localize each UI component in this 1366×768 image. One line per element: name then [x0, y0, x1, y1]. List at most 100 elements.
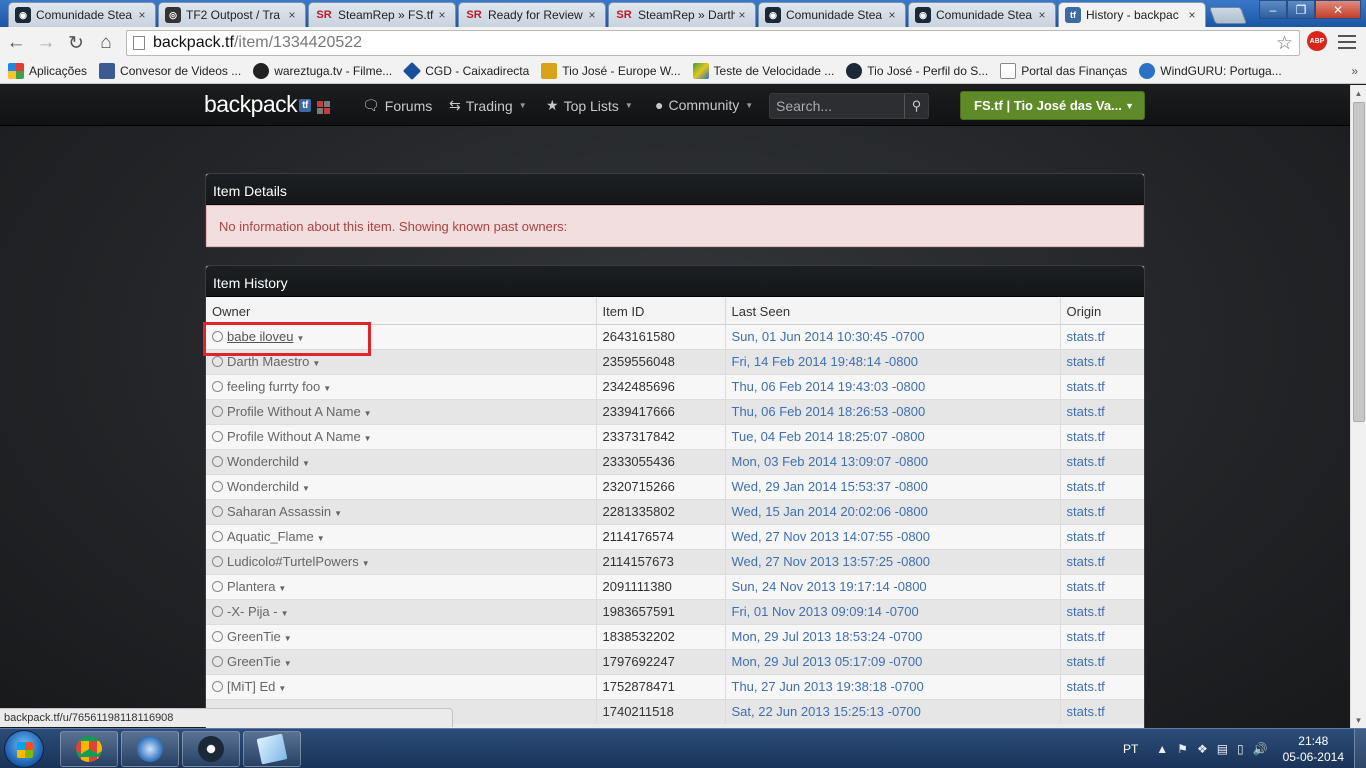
site-logo[interactable]: backpack tf — [204, 91, 330, 118]
owner-link[interactable]: -X- Pija - — [227, 604, 278, 619]
taskbar-chrome[interactable] — [60, 731, 118, 767]
close-tab-icon[interactable]: × — [885, 8, 899, 22]
chevron-down-icon[interactable]: ▼ — [334, 509, 342, 518]
last-seen-cell[interactable]: Sun, 01 Jun 2014 10:30:45 -0700 — [725, 323, 1061, 349]
chevron-down-icon[interactable]: ▼ — [278, 584, 286, 593]
origin-link[interactable]: stats.tf — [1060, 448, 1144, 474]
network-icon[interactable]: ▤ — [1217, 742, 1228, 756]
close-tab-icon[interactable]: × — [1185, 8, 1199, 22]
browser-tab[interactable]: ◉ Comunidade Stea × — [8, 2, 156, 27]
owner-link[interactable]: Wonderchild — [227, 454, 299, 469]
last-seen-cell[interactable]: Mon, 29 Jul 2013 18:53:24 -0700 — [725, 623, 1061, 649]
origin-link[interactable]: stats.tf — [1060, 648, 1144, 674]
last-seen-cell[interactable]: Fri, 14 Feb 2014 19:48:14 -0800 — [725, 348, 1061, 374]
browser-tab[interactable]: ◉ Comunidade Stea × — [908, 2, 1056, 27]
tray-expand-icon[interactable]: ▲ — [1156, 742, 1168, 756]
home-icon[interactable]: ⌂ — [92, 29, 120, 57]
owner-link[interactable]: Ludicolo#TurtelPowers — [227, 554, 359, 569]
bookmark-item[interactable]: Portal das Finanças — [1000, 63, 1127, 79]
nav-community[interactable]: ● Community ▼ — [655, 97, 753, 113]
origin-link[interactable]: stats.tf — [1060, 548, 1144, 574]
origin-link[interactable]: stats.tf — [1060, 473, 1144, 499]
chevron-down-icon[interactable]: ▼ — [364, 434, 372, 443]
chevron-down-icon[interactable]: ▼ — [302, 484, 310, 493]
origin-link[interactable]: stats.tf — [1060, 498, 1144, 524]
system-clock[interactable]: 21:48 05-06-2014 — [1283, 733, 1344, 765]
flag-icon[interactable]: ⚑ — [1177, 742, 1188, 756]
browser-tab[interactable]: tf History - backpac × — [1058, 2, 1206, 27]
owner-link[interactable]: Aquatic_Flame — [227, 529, 314, 544]
last-seen-cell[interactable]: Mon, 29 Jul 2013 05:17:09 -0700 — [725, 648, 1061, 674]
owner-link[interactable]: Saharan Assassin — [227, 504, 331, 519]
close-window-icon[interactable]: ✕ — [1315, 0, 1361, 19]
close-tab-icon[interactable]: × — [135, 8, 149, 22]
owner-link[interactable]: Profile Without A Name — [227, 429, 361, 444]
owner-link[interactable]: [MiT] Ed — [227, 679, 275, 694]
back-arrow-icon[interactable]: ← — [2, 29, 30, 57]
origin-link[interactable]: stats.tf — [1060, 373, 1144, 399]
minimize-icon[interactable]: – — [1259, 0, 1287, 19]
close-tab-icon[interactable]: × — [285, 8, 299, 22]
nav-top-lists[interactable]: ★ Top Lists ▼ — [546, 97, 633, 114]
owner-link[interactable]: GreenTie — [227, 629, 281, 644]
owner-link[interactable]: Wonderchild — [227, 479, 299, 494]
dropbox-icon[interactable]: ❖ — [1197, 742, 1208, 756]
taskbar-steam[interactable] — [182, 731, 240, 767]
bookmark-item[interactable]: CGD - Caixadirecta — [403, 61, 529, 81]
chevron-down-icon[interactable]: ▼ — [284, 634, 292, 643]
nav-trading[interactable]: ⇆ Trading ▼ — [449, 97, 527, 114]
maximize-icon[interactable]: ❐ — [1287, 0, 1315, 19]
volume-icon[interactable]: 🔊 — [1253, 742, 1268, 756]
bookmarks-overflow-icon[interactable]: » — [1351, 64, 1358, 78]
chevron-down-icon[interactable]: ▼ — [317, 534, 325, 543]
new-tab-button[interactable] — [1208, 7, 1248, 24]
last-seen-cell[interactable]: Tue, 04 Feb 2014 18:25:07 -0800 — [725, 423, 1061, 449]
owner-link[interactable]: Plantera — [227, 579, 275, 594]
origin-link[interactable]: stats.tf — [1060, 348, 1144, 374]
last-seen-cell[interactable]: Wed, 29 Jan 2014 15:53:37 -0800 — [725, 473, 1061, 499]
last-seen-cell[interactable]: Fri, 01 Nov 2013 09:09:14 -0700 — [725, 598, 1061, 624]
chevron-down-icon[interactable]: ▼ — [362, 559, 370, 568]
user-menu-button[interactable]: FS.tf | Tio José das Va... ▼ — [960, 91, 1145, 120]
bookmark-item[interactable]: Tio José - Perfil do S... — [846, 63, 988, 79]
address-bar[interactable]: backpack.tf/item/1334420522 ☆ — [126, 30, 1300, 56]
last-seen-cell[interactable]: Wed, 15 Jan 2014 20:02:06 -0800 — [725, 498, 1061, 524]
close-tab-icon[interactable]: × — [585, 8, 599, 22]
origin-link[interactable]: stats.tf — [1060, 673, 1144, 699]
close-tab-icon[interactable]: × — [435, 8, 449, 22]
chevron-down-icon[interactable]: ▼ — [281, 609, 289, 618]
bookmark-item[interactable]: WindGURU: Portuga... — [1139, 63, 1282, 79]
browser-tab[interactable]: SR Ready for Review × — [458, 2, 606, 27]
close-tab-icon[interactable]: × — [1035, 8, 1049, 22]
chevron-down-icon[interactable]: ▼ — [284, 659, 292, 668]
show-desktop-button[interactable] — [1354, 729, 1366, 768]
browser-tab[interactable]: ◉ Comunidade Stea × — [758, 2, 906, 27]
start-button[interactable] — [4, 730, 44, 768]
origin-link[interactable]: stats.tf — [1060, 323, 1144, 349]
last-seen-cell[interactable]: Sun, 24 Nov 2013 19:17:14 -0800 — [725, 573, 1061, 599]
scroll-up-icon[interactable]: ▲ — [1351, 85, 1366, 101]
chevron-down-icon[interactable]: ▼ — [323, 384, 331, 393]
owner-link[interactable]: GreenTie — [227, 654, 281, 669]
bookmark-item[interactable]: Tio José - Europe W... — [541, 63, 681, 79]
origin-link[interactable]: stats.tf — [1060, 623, 1144, 649]
origin-link[interactable]: stats.tf — [1060, 398, 1144, 424]
owner-link[interactable]: Profile Without A Name — [227, 404, 361, 419]
last-seen-cell[interactable]: Wed, 27 Nov 2013 14:07:55 -0800 — [725, 523, 1061, 549]
bookmark-star-icon[interactable]: ☆ — [1276, 32, 1293, 55]
last-seen-cell[interactable]: Mon, 03 Feb 2014 13:09:07 -0800 — [725, 448, 1061, 474]
site-search-input[interactable]: Search... ⚲ — [769, 93, 929, 119]
origin-link[interactable]: stats.tf — [1060, 423, 1144, 449]
reload-icon[interactable]: ↻ — [62, 29, 90, 57]
adblock-icon[interactable]: ABP — [1307, 31, 1327, 51]
origin-link[interactable]: stats.tf — [1060, 598, 1144, 624]
last-seen-cell[interactable]: Thu, 06 Feb 2014 19:43:03 -0800 — [725, 373, 1061, 399]
column-header-origin[interactable]: Origin — [1060, 297, 1144, 325]
owner-link[interactable]: feeling furrty foo — [227, 379, 320, 394]
language-indicator[interactable]: PT — [1123, 742, 1138, 756]
browser-tab[interactable]: SR SteamRep » Darth × — [608, 2, 756, 27]
close-tab-icon[interactable]: × — [735, 8, 749, 22]
browser-tab[interactable]: SR SteamRep » FS.tf | × — [308, 2, 456, 27]
bookmark-item[interactable]: Aplicações — [8, 63, 87, 79]
last-seen-cell[interactable]: Thu, 06 Feb 2014 18:26:53 -0800 — [725, 398, 1061, 424]
